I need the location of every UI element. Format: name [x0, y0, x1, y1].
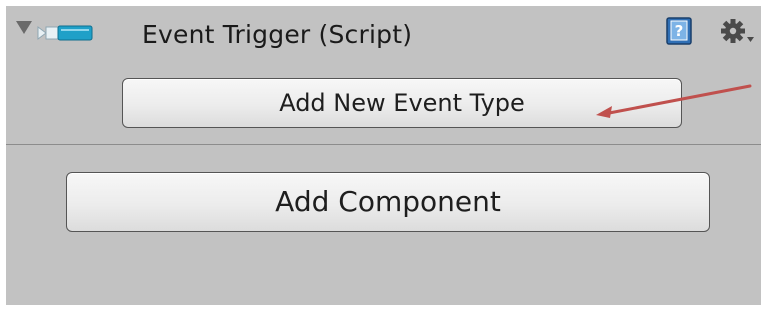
add-component-button[interactable]: Add Component: [66, 172, 710, 232]
svg-text:?: ?: [675, 22, 684, 40]
gear-icon[interactable]: [720, 18, 756, 46]
inspector-panel: Event Trigger (Script) ? Add New Event T…: [6, 6, 761, 305]
foldout-triangle-icon[interactable]: [16, 21, 32, 34]
component-header: Event Trigger (Script) ?: [6, 6, 761, 66]
annotation-arrow: [596, 84, 752, 118]
divider: [6, 144, 761, 145]
script-component-icon: [37, 25, 93, 41]
help-book-icon[interactable]: ?: [666, 17, 692, 45]
component-title: Event Trigger (Script): [142, 20, 413, 49]
